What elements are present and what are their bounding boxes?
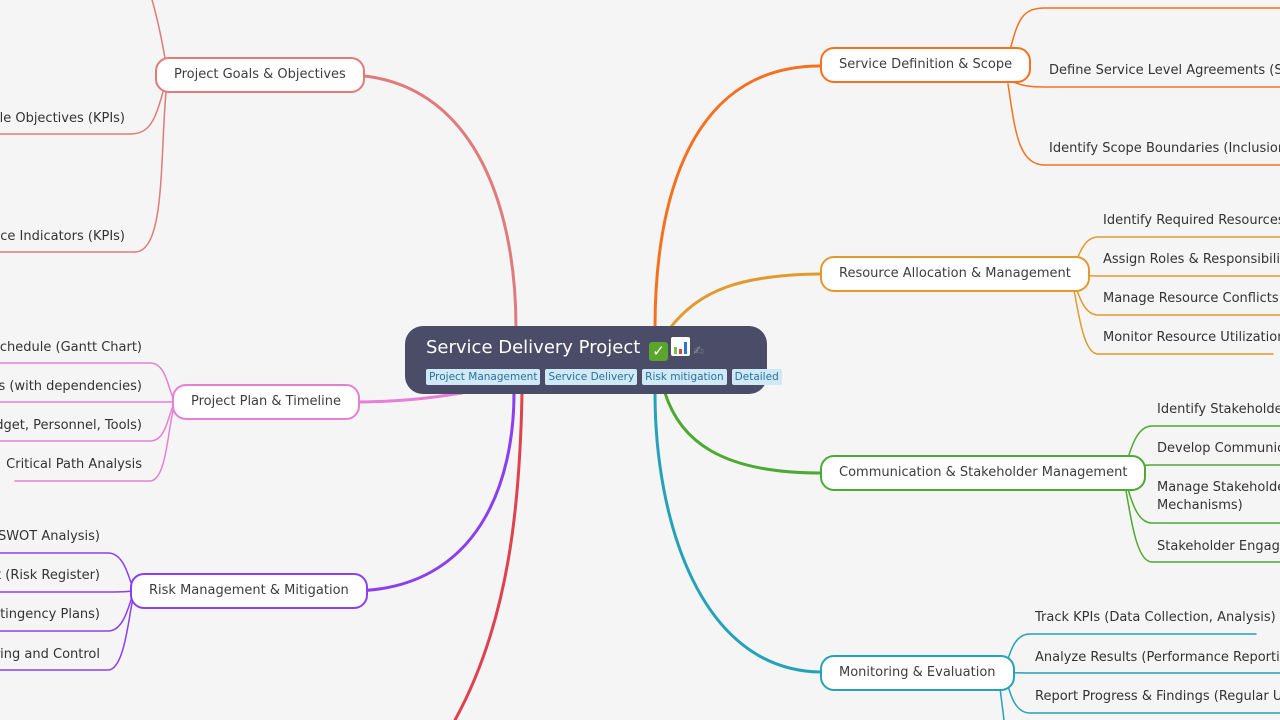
leaf-communication-plan[interactable]: Develop Communica xyxy=(1157,440,1280,458)
connector-root-resource xyxy=(668,272,822,330)
tag-project-management[interactable]: Project Management xyxy=(426,369,541,385)
leaf-report-progress[interactable]: Report Progress & Findings (Regular Upda xyxy=(1035,688,1280,706)
leaf-analyze-results[interactable]: Analyze Results (Performance Reporting, xyxy=(1035,649,1280,667)
branch-risk-management[interactable]: Risk Management & Mitigation xyxy=(130,573,368,609)
connector-service-0 xyxy=(1009,79,1280,88)
root-tags: Project Management Service Delivery Risk… xyxy=(426,369,782,385)
leaf-identify-resources[interactable]: Identify Required Resources (P xyxy=(1103,212,1280,230)
connector-root-offscreen xyxy=(453,391,524,720)
branch-resource-allocation[interactable]: Resource Allocation & Management xyxy=(820,256,1090,292)
leaf-key-performance-indicators[interactable]: ance Indicators (KPIs) xyxy=(0,228,125,246)
tag-service-delivery[interactable]: Service Delivery xyxy=(545,369,638,385)
leaf-resource-conflicts[interactable]: Manage Resource Conflicts (Pr xyxy=(1103,290,1280,308)
branch-monitoring-evaluation[interactable]: Monitoring & Evaluation xyxy=(820,655,1015,691)
connector-root-communication xyxy=(663,391,822,475)
leaf-track-kpis[interactable]: Track KPIs (Data Collection, Analysis) xyxy=(1035,609,1276,627)
connector-goals-top xyxy=(151,0,166,59)
connector-mon-1 xyxy=(1001,671,1280,674)
branch-project-goals[interactable]: Project Goals & Objectives xyxy=(155,57,365,93)
branch-communication[interactable]: Communication & Stakeholder Management xyxy=(820,455,1147,491)
leaf-risk-identification[interactable]: (SWOT Analysis) xyxy=(0,528,100,546)
leaf-stakeholder-expectations[interactable]: Manage Stakeholder Mechanisms) xyxy=(1157,479,1280,515)
tag-risk-mitigation[interactable]: Risk mitigation xyxy=(642,369,727,385)
writing-hand-icon: ✍ xyxy=(693,344,704,359)
branch-service-definition[interactable]: Service Definition & Scope xyxy=(820,47,1032,83)
connector-service-top xyxy=(1009,7,1280,51)
leaf-monitor-utilization[interactable]: Monitor Resource Utilization xyxy=(1103,329,1280,347)
connector-mon-offscreen xyxy=(999,687,1005,720)
connector-goals-0 xyxy=(129,91,164,135)
leaf-stakeholder-engagement[interactable]: Stakeholder Engager xyxy=(1157,538,1280,556)
connector-root-plan xyxy=(350,391,464,404)
connector-root-service xyxy=(653,64,822,330)
connector-resource-1 xyxy=(1067,273,1280,277)
leaf-measurable-objectives[interactable]: able Objectives (KPIs) xyxy=(0,110,125,128)
leaf-project-schedule[interactable]: t Schedule (Gantt Chart) xyxy=(0,339,142,357)
root-title: Service Delivery Project ✓ ✍ xyxy=(426,336,747,364)
leaf-risk-mitigation[interactable]: ntingency Plans) xyxy=(0,606,100,624)
leaf-scope-boundaries[interactable]: Identify Scope Boundaries (Inclusions & xyxy=(1049,140,1280,158)
branch-project-plan[interactable]: Project Plan & Timeline xyxy=(172,384,360,420)
check-mark-icon: ✓ xyxy=(649,342,669,361)
leaf-resource-budget[interactable]: udget, Personnel, Tools) xyxy=(0,417,142,435)
connector-goals-1 xyxy=(134,91,167,253)
leaf-risk-monitoring[interactable]: oring and Control xyxy=(0,646,100,664)
root-title-text: Service Delivery Project xyxy=(426,337,641,358)
connector-root-goals xyxy=(350,73,518,330)
connector-root-monitoring xyxy=(653,391,822,674)
connector-root-risk xyxy=(350,391,516,593)
root-node[interactable]: Service Delivery Project ✓ ✍ Project Mana… xyxy=(405,326,782,394)
leaf-assign-roles[interactable]: Assign Roles & Responsibilitie xyxy=(1103,251,1280,269)
leaf-define-slas[interactable]: Define Service Level Agreements (SLAs) xyxy=(1049,62,1280,80)
tag-detailed[interactable]: Detailed xyxy=(731,369,782,385)
connector-risk-1 xyxy=(0,590,137,593)
mind-map-canvas[interactable]: Project Goals & Objectives Project Plan … xyxy=(0,0,1280,720)
leaf-identify-stakeholders[interactable]: Identify Stakeholders xyxy=(1157,401,1280,419)
leaf-critical-path[interactable]: Critical Path Analysis xyxy=(6,456,142,474)
bar-chart-icon xyxy=(671,337,691,356)
leaf-risk-assessment[interactable]: ct (Risk Register) xyxy=(0,567,100,585)
leaf-milestones[interactable]: les (with dependencies) xyxy=(0,378,142,396)
